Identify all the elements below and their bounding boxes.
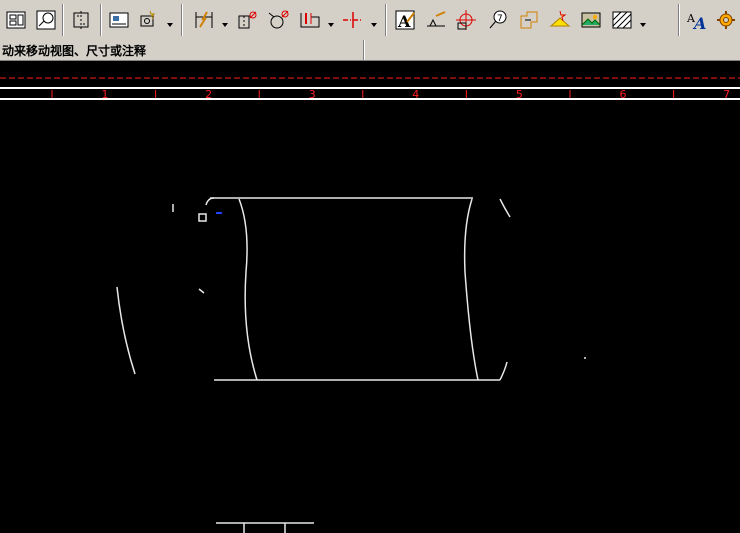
status-divider <box>363 40 365 60</box>
geometric-tolerance-icon[interactable] <box>264 5 292 35</box>
status-bar: 动来移动视图、尺寸或注释 <box>0 40 740 61</box>
note-icon[interactable]: A <box>391 5 419 35</box>
ruler-label: 1 <box>102 88 109 101</box>
drawing-toolbar: A 7 AA <box>0 0 740 41</box>
ruler-label: 4 <box>412 88 419 101</box>
part-outline <box>116 197 511 381</box>
right-upper-arc <box>499 198 511 218</box>
chevron-down-icon[interactable] <box>639 18 647 32</box>
datum-target-icon[interactable] <box>515 5 543 35</box>
right-curved-edge <box>463 198 479 381</box>
balloon-icon[interactable]: 7 <box>484 5 512 35</box>
break-view-icon[interactable] <box>105 5 133 35</box>
chevron-down-icon[interactable] <box>370 18 378 32</box>
font-style-icon[interactable]: AA <box>683 5 711 35</box>
status-message: 动来移动视图、尺寸或注释 <box>2 44 147 58</box>
view-layout-icon[interactable] <box>2 5 30 35</box>
right-lower-arc <box>499 361 508 381</box>
datum-feature-icon[interactable] <box>296 5 324 35</box>
model-items-icon[interactable] <box>134 5 162 35</box>
svg-text:7: 7 <box>497 14 503 24</box>
left-arc <box>116 286 136 375</box>
smart-dimension-icon[interactable] <box>190 5 218 35</box>
hole-callout-icon[interactable] <box>233 5 261 35</box>
ruler-label: 5 <box>516 88 523 101</box>
small-mark <box>198 288 205 294</box>
ruler-label: 7 <box>723 88 730 101</box>
block-icon[interactable] <box>577 5 605 35</box>
section-view-icon[interactable] <box>67 5 95 35</box>
svg-text:A: A <box>397 12 411 31</box>
detail-view-icon[interactable] <box>32 5 60 35</box>
svg-text:A: A <box>692 14 706 32</box>
top-left-corner <box>205 197 215 206</box>
drawing-canvas[interactable] <box>0 102 740 533</box>
chevron-down-icon[interactable] <box>166 18 174 32</box>
sheet-ruler: 12345678 <box>0 77 740 101</box>
chevron-down-icon[interactable] <box>221 18 229 32</box>
centerline-icon[interactable] <box>339 5 367 35</box>
chevron-down-icon[interactable] <box>327 18 335 32</box>
ruler-label: 2 <box>205 88 212 101</box>
small-box <box>198 213 207 222</box>
center-mark-icon[interactable] <box>452 5 480 35</box>
bottom-fragment <box>216 522 314 533</box>
left-curved-edge <box>238 198 258 381</box>
area-hatch-icon[interactable] <box>608 5 636 35</box>
point-mark <box>584 357 586 359</box>
options-icon[interactable] <box>712 5 740 35</box>
ruler-label: 6 <box>620 88 627 101</box>
ruler-label: 3 <box>309 88 316 101</box>
surface-finish-icon[interactable] <box>422 5 450 35</box>
weld-symbol-icon[interactable] <box>546 5 574 35</box>
